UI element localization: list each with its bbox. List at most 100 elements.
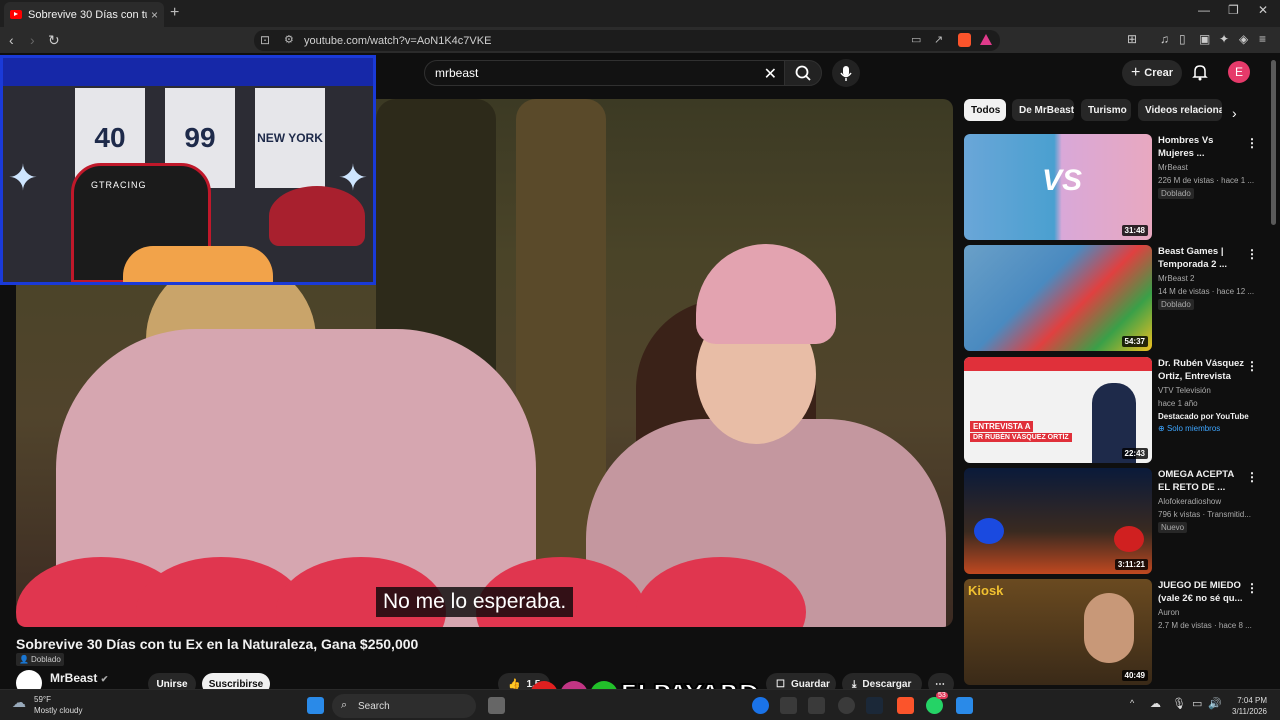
recommendation-meta: 226 M de vistas · hace 1 ... [1158,176,1255,185]
more-options-icon[interactable]: ⋮ [1246,247,1258,261]
vpn-icon[interactable]: ◈ [1239,32,1248,46]
recommendation-channel[interactable]: MrBeast [1158,163,1188,172]
app-icon[interactable] [780,697,797,714]
create-button[interactable]: + Crear [1122,60,1182,86]
download-label: Descargar [862,678,912,690]
thumbnail-person [1084,593,1134,663]
recommendation-item[interactable]: VS 31:48 Hombres Vs Mujeres ... MrBeast … [964,134,1264,240]
search-button[interactable] [784,60,822,86]
video-thumbnail[interactable]: ENTREVISTA A DR RUBÉN VÁSQUEZ ORTÍZ 22:4… [964,357,1152,463]
more-options-icon[interactable]: ⋮ [1246,470,1258,484]
url-field[interactable]: ⊡ ⚙ youtube.com/watch?v=AoN1K4c7VKE ▭ ↗ [254,30,1000,51]
recommendation-title[interactable]: Beast Games | Temporada 2 ... [1158,245,1248,271]
chrome-icon[interactable] [752,697,769,714]
system-clock[interactable]: 7:04 PM 3/11/2026 [1232,695,1267,717]
url-text[interactable]: youtube.com/watch?v=AoN1K4c7VKE [304,35,491,47]
maximize-button[interactable]: ❐ [1228,3,1239,17]
channel-name-text[interactable]: MrBeast [50,671,97,685]
recommendation-channel[interactable]: Auron [1158,608,1179,617]
notepad-icon[interactable] [956,697,973,714]
reload-icon[interactable]: ↻ [48,32,60,48]
brave-shields-icon[interactable] [958,33,971,47]
recommendation-channel[interactable]: VTV Televisión [1158,386,1211,395]
recommendation-channel[interactable]: MrBeast 2 [1158,274,1194,283]
chevron-right-icon[interactable]: › [1232,105,1237,121]
chevron-up-icon[interactable]: ^ [1130,698,1134,708]
weather-widget[interactable]: ☁ 59°F Mostly cloudy [12,694,82,716]
search-value[interactable]: mrbeast [435,66,478,80]
task-view-icon[interactable] [488,697,505,714]
chip-related[interactable]: Videos relacionados [1138,99,1222,121]
taskbar-search-label: Search [358,700,390,712]
wallet-icon[interactable]: ▣ [1199,32,1210,46]
minimize-button[interactable]: — [1198,3,1210,17]
tab-search-icon[interactable]: ⊞ [1127,32,1137,46]
recommendation-item[interactable]: 54:37 Beast Games | Temporada 2 ... MrBe… [964,245,1264,351]
more-options-icon[interactable]: ⋮ [1246,359,1258,373]
whatsapp-icon[interactable] [926,697,943,714]
recommendation-meta: 796 k vistas · Transmitid... [1158,510,1251,519]
chip-mrbeast[interactable]: De MrBeast [1012,99,1074,121]
share-icon[interactable]: ↗ [934,33,943,46]
site-settings-icon[interactable]: ⚙ [284,33,294,46]
chip-all[interactable]: Todos [964,99,1006,121]
clock-time: 7:04 PM [1237,696,1267,705]
recommendation-title[interactable]: Hombres Vs Mujeres ... [1158,134,1248,160]
recommendation-item[interactable]: 3:11:21 OMEGA ACEPTA EL RETO DE ... Alof… [964,468,1264,574]
forward-icon[interactable]: › [30,32,35,48]
windows-start-icon[interactable] [307,697,324,714]
chair-brand: GTRACING [91,180,147,190]
clock-date: 3/11/2026 [1232,707,1267,716]
recommendation-channel[interactable]: Alofokeradioshow [1158,497,1221,506]
recommendation-title[interactable]: JUEGO DE MIEDO (vale 2€ no sé qu... [1158,579,1248,605]
recommendation-title[interactable]: OMEGA ACEPTA EL RETO DE ... [1158,468,1248,494]
video-thumbnail[interactable]: Kiosk 40:49 [964,579,1152,685]
volume-icon[interactable]: 🔊 [1208,697,1222,710]
recommendation-meta: 2.7 M de vistas · hace 8 ... [1158,621,1252,630]
recommendation-item[interactable]: ENTREVISTA A DR RUBÉN VÁSQUEZ ORTÍZ 22:4… [964,357,1264,463]
brave-rewards-icon[interactable] [980,34,992,45]
sidebar-icon[interactable]: ▯ [1179,32,1186,46]
steam-icon[interactable] [866,697,883,714]
recommendation-item[interactable]: Kiosk 40:49 JUEGO DE MIEDO (vale 2€ no s… [964,579,1264,685]
search-icon: ⌕ [341,699,348,711]
brave-icon[interactable] [897,697,914,714]
search-input[interactable]: mrbeast ✕ [424,60,786,86]
account-avatar[interactable]: E [1228,61,1250,83]
video-thumbnail[interactable]: 54:37 [964,245,1152,351]
microphone-icon[interactable]: 🎙 [1172,697,1186,710]
sidebar-scrollbar[interactable] [1271,60,1276,225]
more-options-icon[interactable]: ⋮ [1246,581,1258,595]
duration-badge: 40:49 [1121,670,1148,681]
members-only-label: Solo miembros [1166,424,1221,433]
more-options-icon[interactable]: ⋮ [1246,136,1258,150]
menu-icon[interactable]: ≡ [1259,32,1266,46]
tab-title: Sobrevive 30 Días con tu Ex en la Natura… [28,8,147,21]
taskbar-search[interactable]: ⌕ Search [332,694,476,718]
app-icon[interactable] [838,697,855,714]
thumbnail-text: ENTREVISTA A [970,421,1034,432]
close-window-button[interactable]: ✕ [1258,3,1268,17]
browser-tab[interactable]: Sobrevive 30 Días con tu Ex en la Natura… [4,2,164,27]
video-thumbnail[interactable]: VS 31:48 [964,134,1152,240]
new-badge: Nuevo [1158,522,1188,533]
recommendation-title[interactable]: Dr. Rubén Vásquez Ortiz, Entrevista [1158,357,1248,383]
channel-name[interactable]: MrBeast ✔ [50,671,108,685]
leo-icon[interactable]: ✦ [1219,32,1229,46]
bookmark-icon[interactable]: ⊡ [260,33,270,47]
video-thumbnail[interactable]: 3:11:21 [964,468,1152,574]
tab-close-icon[interactable]: × [151,8,158,22]
clear-search-icon[interactable]: ✕ [764,64,777,84]
cast-icon[interactable]: ▭ [911,33,921,46]
notifications-button[interactable] [1191,63,1209,86]
voice-search-button[interactable] [832,59,860,87]
app-icon[interactable] [808,697,825,714]
cloud-sync-icon[interactable]: ☁ [1150,697,1161,710]
dubbed-label: Doblado [30,655,61,664]
chip-tourism[interactable]: Turismo [1081,99,1131,121]
back-icon[interactable]: ‹ [9,32,14,48]
cloud-icon: ☁ [12,694,26,710]
network-icon[interactable]: ▭ [1192,697,1202,710]
new-tab-button[interactable]: + [170,4,179,22]
media-icon[interactable]: ♫ [1160,32,1169,46]
